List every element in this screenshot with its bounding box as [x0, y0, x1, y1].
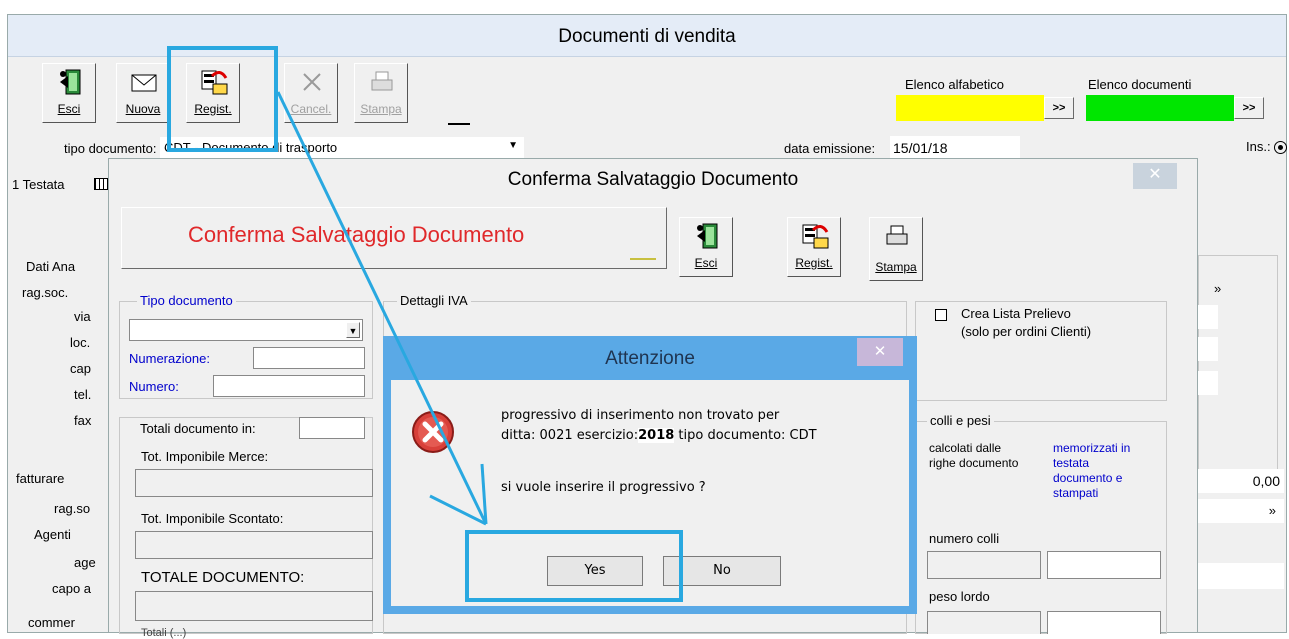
annotation-arrow	[276, 91, 488, 526]
